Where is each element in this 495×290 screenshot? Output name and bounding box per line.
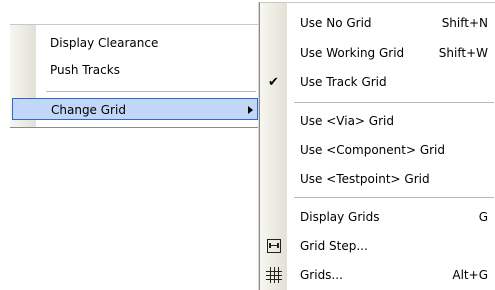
menu-item-shortcut: G [478,210,488,224]
menu-item-use-no-grid[interactable]: Use No Grid Shift+N [260,10,495,36]
menu-item-shortcut: Shift+N [441,16,488,30]
menu-item-shortcut: Shift+W [438,46,488,60]
menu-item-label: Change Grid [51,103,126,117]
menu-item-label: Grids... [300,268,343,282]
menu-item-change-grid[interactable]: Change Grid [12,98,258,120]
menu-item-use-component-grid[interactable]: Use <Component> Grid [260,137,495,163]
menu-item-label: Use Working Grid [300,46,405,60]
menu-separator [294,102,494,103]
menu-item-label: Use Track Grid [300,75,387,89]
menu-item-display-grids[interactable]: Display Grids G [260,204,495,230]
menu-item-label: Use <Testpoint> Grid [300,172,430,186]
grid-step-icon-cell [260,233,287,259]
menu-item-push-tracks[interactable]: Push Tracks [50,59,252,81]
context-menu: Display Clearance Push Tracks Change Gri… [10,24,260,128]
menu-item-use-track-grid[interactable]: ✔ Use Track Grid [260,69,495,95]
menu-item-use-via-grid[interactable]: Use <Via> Grid [260,108,495,134]
grid-step-icon [266,239,281,253]
menu-item-grid-step[interactable]: Grid Step... [260,233,495,259]
menu-item-label: Grid Step... [300,239,368,253]
menu-separator [294,197,494,198]
menu-item-label: Display Clearance [50,36,159,50]
checkmark-icon: ✔ [268,74,279,90]
menu-item-label: Push Tracks [50,63,120,77]
menu-item-shortcut: Alt+G [452,268,488,282]
menu-item-use-testpoint-grid[interactable]: Use <Testpoint> Grid [260,166,495,192]
menu-item-display-clearance[interactable]: Display Clearance [50,32,252,54]
menu-item-label: Display Grids [300,210,380,224]
grids-icon [265,267,282,283]
grids-icon-cell [260,262,287,288]
screenshot-stage: Display Clearance Push Tracks Change Gri… [0,0,495,290]
menu-item-grids[interactable]: Grids... Alt+G [260,262,495,288]
menu-item-label: Use No Grid [300,16,372,30]
menu-separator [46,91,256,92]
change-grid-submenu: Use No Grid Shift+N Use Working Grid Shi… [259,2,495,290]
menu-item-label: Use <Component> Grid [300,143,446,157]
menu-item-use-working-grid[interactable]: Use Working Grid Shift+W [260,40,495,66]
submenu-arrow-icon [248,106,253,114]
menu-item-label: Use <Via> Grid [300,114,394,128]
